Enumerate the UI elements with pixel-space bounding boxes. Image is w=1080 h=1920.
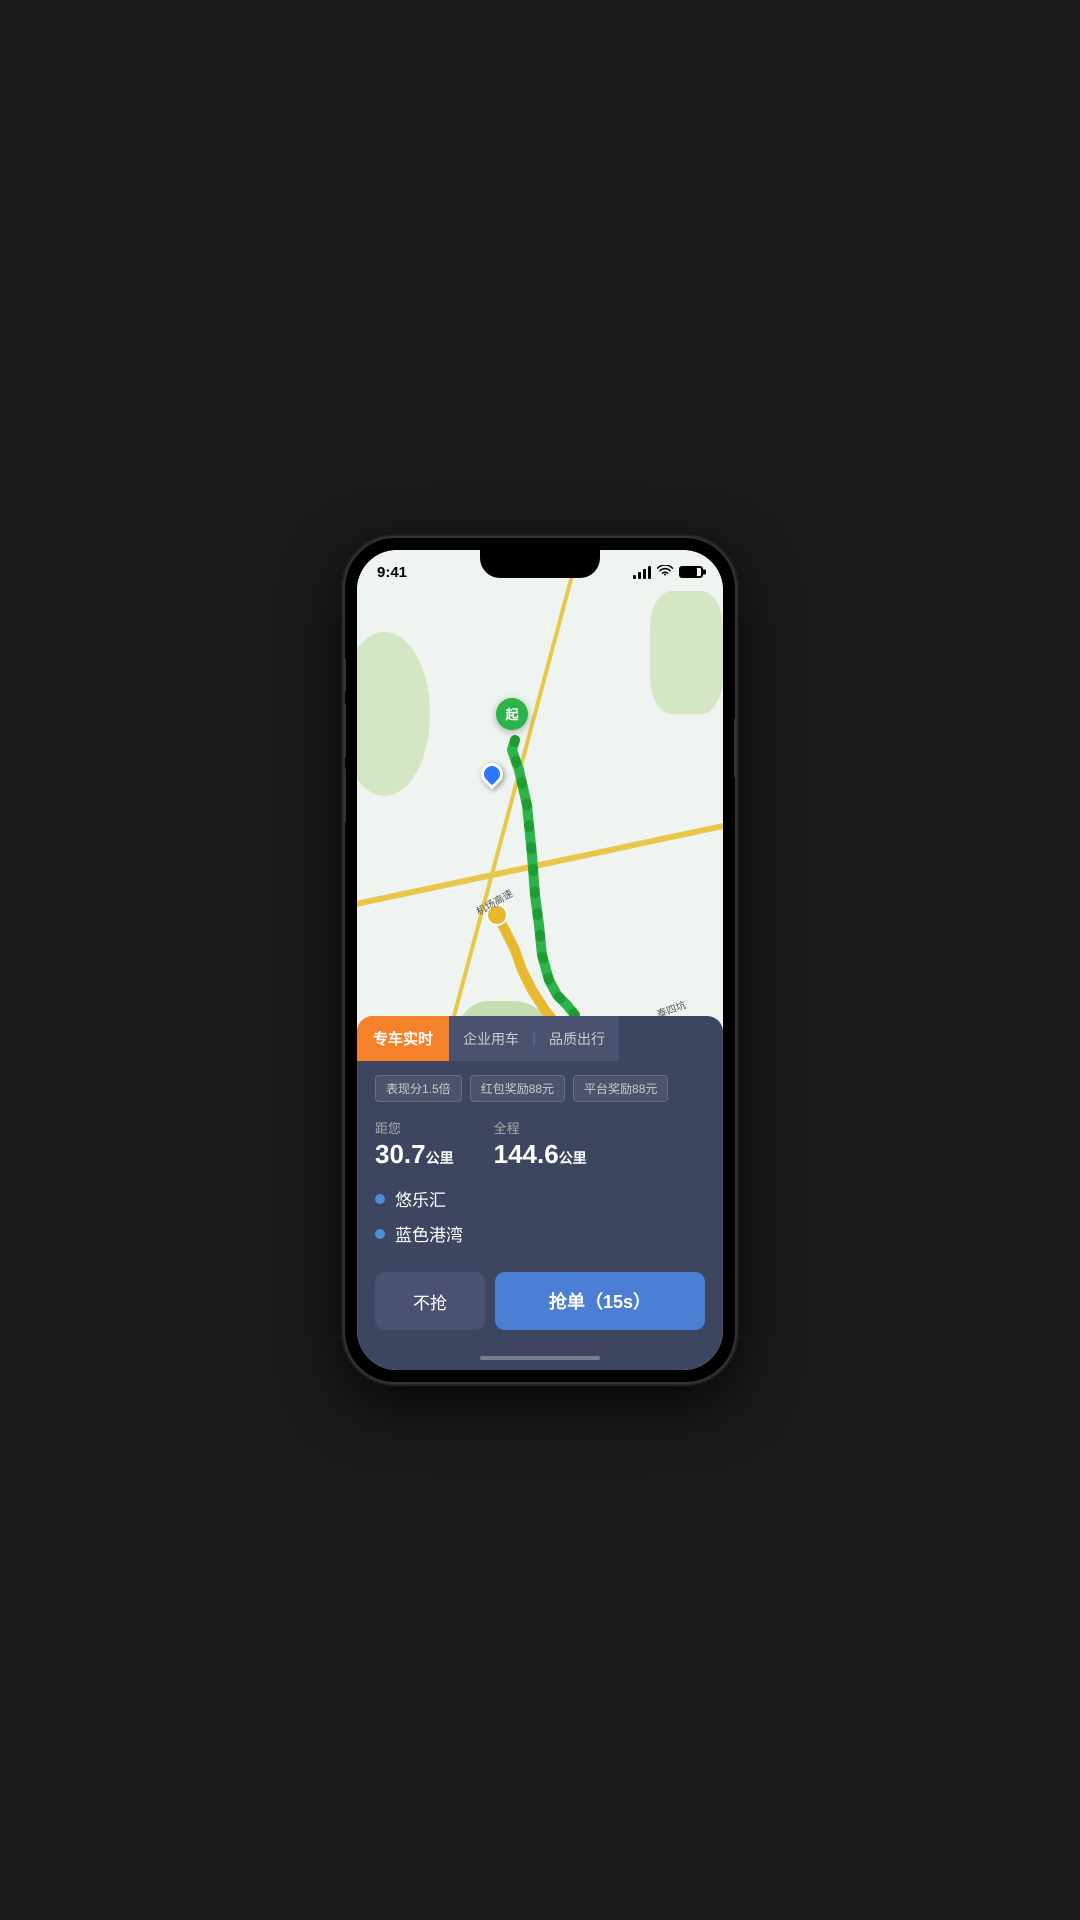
distance-row: 距您 30.7公里 全程 144.6公里	[375, 1118, 705, 1170]
pickup-name: 悠乐汇	[395, 1186, 446, 1211]
panel-content: 表现分1.5倍 红包奖励88元 平台奖励88元 距您 30.7公里	[357, 1061, 723, 1272]
phone-frame: 9:41	[345, 538, 735, 1382]
home-bar	[480, 1356, 600, 1360]
dropoff-name: 蓝色港湾	[395, 1221, 463, 1246]
home-indicator	[357, 1350, 723, 1370]
start-bubble: 起	[496, 698, 528, 730]
silent-switch	[345, 658, 346, 693]
distance-from-value: 30.7公里	[375, 1139, 454, 1170]
tab-private-car[interactable]: 专车实时	[357, 1016, 449, 1061]
total-distance: 全程 144.6公里	[494, 1118, 587, 1170]
notch	[480, 550, 600, 578]
dropoff-dot-icon	[375, 1229, 385, 1239]
wifi-icon	[657, 564, 673, 580]
start-marker: 起	[496, 698, 528, 730]
power-button	[734, 718, 735, 778]
decline-button[interactable]: 不抢	[375, 1272, 485, 1330]
badge-red-packet: 红包奖励88元	[470, 1075, 565, 1102]
total-distance-unit: 公里	[559, 1150, 587, 1166]
dropoff-location: 蓝色港湾	[375, 1221, 705, 1246]
badge-performance: 表现分1.5倍	[375, 1075, 462, 1102]
signal-icon	[633, 565, 651, 579]
current-location-icon	[481, 763, 503, 785]
status-icons	[633, 564, 703, 580]
distance-from-unit: 公里	[426, 1150, 454, 1166]
total-distance-value: 144.6公里	[494, 1139, 587, 1170]
incentive-badges: 表现分1.5倍 红包奖励88元 平台奖励88元	[375, 1075, 705, 1102]
accept-button[interactable]: 抢单（15s）	[495, 1272, 705, 1330]
panel-tabs: 专车实时 企业用车 ｜ 品质出行	[357, 1016, 723, 1061]
bottom-panel: 专车实时 企业用车 ｜ 品质出行 表现分1.5倍 红包奖励88元	[357, 1016, 723, 1370]
battery-icon	[679, 566, 703, 578]
badge-platform: 平台奖励88元	[573, 1075, 668, 1102]
volume-up-button	[345, 703, 346, 758]
tab-separator: ｜	[527, 1029, 541, 1049]
status-time: 9:41	[377, 564, 407, 581]
volume-down-button	[345, 768, 346, 823]
pickup-dot-icon	[375, 1194, 385, 1204]
location-list: 悠乐汇 蓝色港湾	[375, 1186, 705, 1246]
total-distance-label: 全程	[494, 1118, 587, 1137]
pickup-location: 悠乐汇	[375, 1186, 705, 1211]
phone-screen: 9:41	[357, 550, 723, 1370]
distance-from-label: 距您	[375, 1118, 454, 1137]
distance-from-driver: 距您 30.7公里	[375, 1118, 454, 1170]
action-buttons: 不抢 抢单（15s）	[357, 1272, 723, 1350]
tab-enterprise[interactable]: 企业用车 ｜ 品质出行	[449, 1016, 619, 1061]
